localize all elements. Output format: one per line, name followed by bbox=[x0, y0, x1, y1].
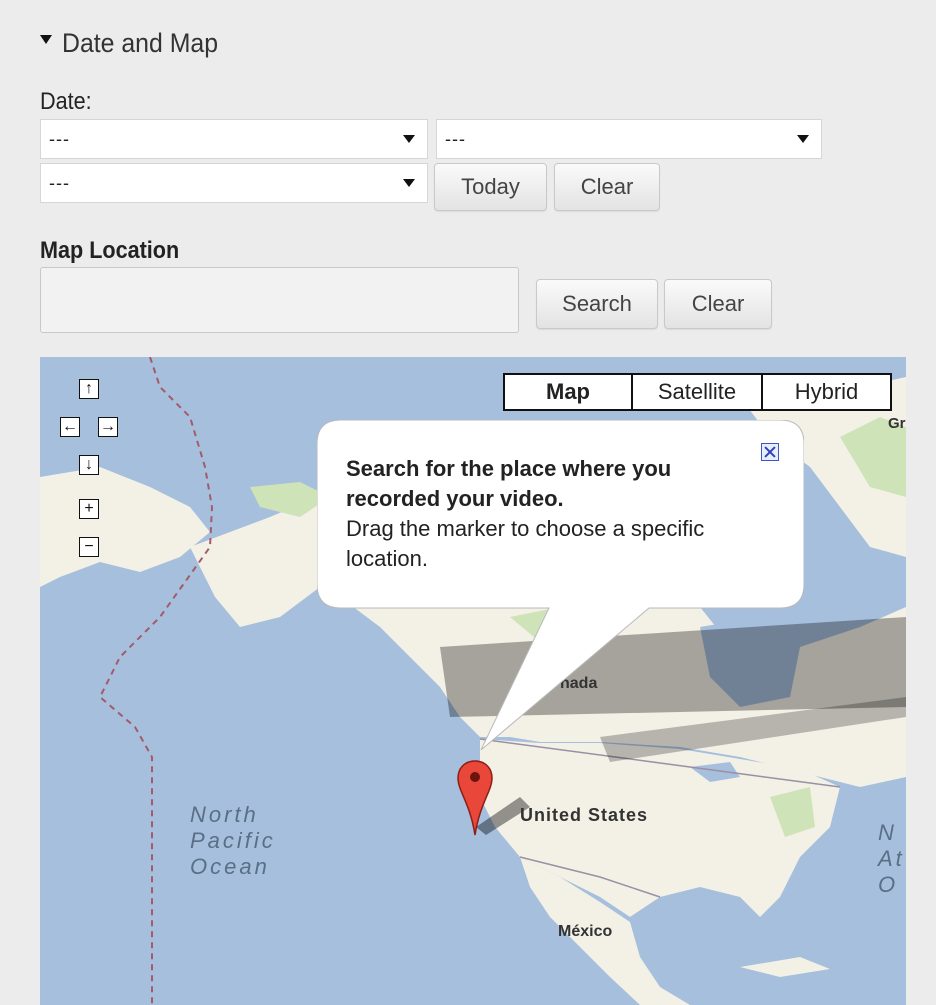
map-type-map-button[interactable]: Map bbox=[503, 373, 633, 411]
zoom-in-button[interactable]: + bbox=[79, 499, 99, 519]
map-canvas[interactable]: ↑ ← → ↓ + − Map Satellite Hybrid Gr nada… bbox=[40, 357, 906, 1005]
month-select-value: --- bbox=[49, 128, 70, 149]
map-label-mexico: México bbox=[558, 923, 613, 940]
map-label-atlantic-line1: N bbox=[878, 820, 897, 845]
date-clear-button[interactable]: Clear bbox=[554, 163, 660, 211]
section-title: Date and Map bbox=[62, 27, 219, 58]
date-label: Date: bbox=[40, 88, 92, 115]
year-select-value: --- bbox=[49, 172, 70, 193]
month-select[interactable]: --- bbox=[40, 119, 428, 159]
pan-down-button[interactable]: ↓ bbox=[79, 455, 99, 475]
day-select[interactable]: --- bbox=[436, 119, 822, 159]
collapse-triangle-icon[interactable] bbox=[40, 34, 52, 44]
map-label-pacific-line1: North bbox=[190, 802, 259, 827]
info-bubble-heading: Search for the place where you recorded … bbox=[346, 456, 672, 511]
close-icon[interactable] bbox=[761, 443, 779, 461]
chevron-down-icon bbox=[797, 135, 809, 143]
map-label-pacific-line2: Pacific bbox=[190, 828, 276, 853]
pan-left-button[interactable]: ← bbox=[60, 417, 80, 437]
today-button[interactable]: Today bbox=[434, 163, 547, 211]
location-input[interactable] bbox=[40, 267, 519, 333]
map-label-atlantic: N At O bbox=[878, 820, 905, 898]
map-label-atlantic-line3: O bbox=[878, 872, 899, 897]
chevron-down-icon bbox=[403, 179, 415, 187]
map-type-hybrid-button[interactable]: Hybrid bbox=[761, 373, 892, 411]
info-bubble-text: Search for the place where you recorded … bbox=[346, 454, 756, 574]
year-select[interactable]: --- bbox=[40, 163, 428, 203]
map-location-label: Map Location bbox=[40, 237, 180, 264]
search-button[interactable]: Search bbox=[536, 279, 658, 329]
map-label-atlantic-line2: At bbox=[878, 846, 905, 871]
location-marker-icon[interactable] bbox=[456, 759, 494, 837]
section-header[interactable]: Date and Map bbox=[40, 26, 232, 60]
map-label-pacific: North Pacific Ocean bbox=[190, 802, 276, 880]
chevron-down-icon bbox=[403, 135, 415, 143]
day-select-value: --- bbox=[445, 128, 466, 149]
map-type-satellite-button[interactable]: Satellite bbox=[631, 373, 763, 411]
info-bubble-body: Drag the marker to choose a specific loc… bbox=[346, 516, 705, 571]
map-label-greenland: Gr bbox=[888, 415, 906, 432]
map-label-usa: United States bbox=[520, 805, 649, 825]
map-label-pacific-line3: Ocean bbox=[190, 854, 270, 879]
pan-up-button[interactable]: ↑ bbox=[79, 379, 99, 399]
pan-right-button[interactable]: → bbox=[98, 417, 118, 437]
zoom-out-button[interactable]: − bbox=[79, 537, 99, 557]
location-clear-button[interactable]: Clear bbox=[664, 279, 772, 329]
